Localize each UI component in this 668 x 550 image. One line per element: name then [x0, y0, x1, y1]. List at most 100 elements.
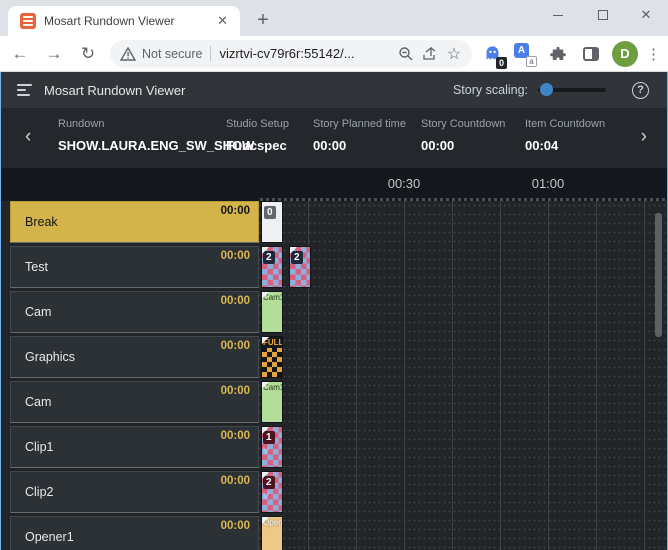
info-field-item-countdown: Item Countdown00:04: [525, 118, 605, 153]
story-row: Opener1 00:00 Opener: [1, 516, 667, 550]
ghost-extension-icon[interactable]: 0: [479, 41, 505, 67]
timeline-item-camera[interactable]: Cam1: [261, 291, 283, 333]
story-block[interactable]: Break 00:00: [10, 201, 259, 243]
item-badge: 2: [263, 251, 275, 264]
forward-icon[interactable]: →: [40, 40, 68, 68]
item-label: Cam1: [262, 382, 283, 393]
app-title: Mosart Rundown Viewer: [44, 83, 185, 98]
window-maximize-button[interactable]: [583, 0, 623, 30]
story-time: 00:00: [221, 520, 250, 532]
timeline-item-primary[interactable]: 0: [261, 201, 283, 243]
story-row: Clip200:002V: [1, 471, 667, 516]
reload-icon[interactable]: ↻: [74, 40, 102, 68]
story-scaling-slider[interactable]: [538, 88, 606, 92]
story-time: 00:00: [221, 205, 250, 217]
browser-toolbar: ← → ↻ Not secure vizrtvi-cv79r6r:55142/.…: [0, 36, 668, 72]
slider-thumb[interactable]: [540, 83, 553, 96]
info-field-value: 00:00: [313, 138, 406, 153]
story-row: Break 00:00 0: [1, 201, 667, 246]
timeline-label: 01:00: [532, 176, 565, 191]
address-bar[interactable]: Not secure vizrtvi-cv79r6r:55142/... ☆: [110, 40, 472, 68]
info-field-label: Studio Setup: [226, 118, 289, 130]
translate-extension-icon[interactable]: A a: [512, 41, 538, 67]
story-block[interactable]: Cam 00:00: [10, 381, 259, 423]
chrome-menu-icon[interactable]: ⋮: [646, 45, 661, 63]
story-name: Test: [25, 260, 48, 274]
window-close-button[interactable]: ✕: [626, 0, 666, 30]
story-time: 00:00: [221, 385, 250, 397]
timeline-item-opener[interactable]: Opener: [261, 516, 283, 550]
back-icon[interactable]: ←: [6, 40, 34, 68]
item-label: Cam1: [262, 292, 283, 303]
story-block[interactable]: Opener1 00:00: [10, 516, 259, 550]
extensions-puzzle-icon[interactable]: [545, 41, 571, 67]
story-block[interactable]: Test 00:00: [10, 246, 259, 288]
item-badge: 1: [263, 431, 275, 444]
story-block[interactable]: Graphics 00:00: [10, 336, 259, 378]
story-row: Cam 00:00 Cam1: [1, 291, 667, 336]
story-block[interactable]: Clip200:00: [10, 471, 259, 513]
story-name: Break: [25, 215, 58, 229]
item-label: V: [262, 445, 270, 457]
info-field-label: Story Planned time: [313, 118, 406, 130]
item-label: FULL: [262, 337, 282, 348]
timeline-item-checker-graphics[interactable]: FULL: [261, 336, 283, 378]
app-menu-icon[interactable]: [17, 84, 32, 96]
side-panel-icon[interactable]: [578, 41, 604, 67]
tab-close-icon[interactable]: ✕: [213, 13, 232, 29]
rundown-info-bar: ‹ › RundownSHOW.LAURA.ENG_SW_SHOWStudio …: [1, 108, 667, 168]
story-time: 00:00: [221, 250, 250, 262]
story-block[interactable]: Cam 00:00: [10, 291, 259, 333]
story-scaling-label: Story scaling:: [453, 83, 528, 97]
info-field-studio-setup: Studio Setup Funcspec: [226, 118, 289, 153]
timeline-label: 00:30: [388, 176, 421, 191]
story-name: Cam: [25, 305, 51, 319]
story-time: 00:00: [221, 430, 250, 442]
timeline-header: 00:30 01:00: [1, 168, 667, 201]
browser-window: Mosart Rundown Viewer ✕ + ✕ ← → ↻ Not se…: [0, 0, 668, 550]
story-row: Clip100:001V: [1, 426, 667, 471]
not-secure-warning-icon[interactable]: [120, 47, 136, 61]
mosart-favicon-icon: [20, 13, 36, 29]
story-row: Test 00:00 2 2: [1, 246, 667, 291]
help-icon[interactable]: ?: [632, 82, 649, 99]
browser-titlebar: Mosart Rundown Viewer ✕ + ✕: [0, 0, 668, 36]
story-block[interactable]: Clip100:00: [10, 426, 259, 468]
info-field-value: Funcspec: [226, 138, 289, 153]
story-name: Cam: [25, 395, 51, 409]
story-name: Graphics: [25, 350, 75, 364]
item-label: V: [262, 490, 270, 502]
info-field-rundown: RundownSHOW.LAURA.ENG_SW_SHOW: [58, 118, 254, 153]
timeline-item-checker-video[interactable]: 2: [261, 246, 283, 288]
tab-title: Mosart Rundown Viewer: [44, 14, 213, 28]
timeline-item-camera[interactable]: Cam1: [261, 381, 283, 423]
profile-avatar[interactable]: D: [612, 41, 638, 67]
url-text[interactable]: vizrtvi-cv79r6r:55142/...: [219, 46, 394, 61]
window-minimize-button[interactable]: [538, 0, 578, 30]
story-row: Graphics 00:00 FULL: [1, 336, 667, 381]
info-field-label: Story Countdown: [421, 118, 505, 130]
new-tab-button[interactable]: +: [250, 8, 276, 34]
timeline-item-checker-video[interactable]: 2V: [261, 471, 283, 513]
share-icon[interactable]: [418, 42, 442, 66]
info-field-story-planned-time: Story Planned time 00:00: [313, 118, 406, 153]
info-field-story-countdown: Story Countdown00:00: [421, 118, 505, 153]
bookmark-star-icon[interactable]: ☆: [442, 42, 466, 66]
vertical-scrollbar[interactable]: [655, 213, 662, 337]
next-chevron-icon[interactable]: ›: [641, 126, 647, 148]
zoom-out-icon[interactable]: [394, 42, 418, 66]
item-badge: 2: [291, 251, 303, 264]
prev-chevron-icon[interactable]: ‹: [25, 126, 31, 148]
story-row: Cam 00:00 Cam1: [1, 381, 667, 426]
item-badge: 2: [263, 476, 275, 489]
info-field-value: 00:04: [525, 138, 605, 153]
timeline-item-checker-video[interactable]: 1V: [261, 426, 283, 468]
info-field-label: Rundown: [58, 118, 254, 130]
story-time: 00:00: [221, 295, 250, 307]
mosart-app: Mosart Rundown Viewer Story scaling: ? ‹…: [0, 72, 668, 550]
story-name: Opener1: [25, 530, 74, 544]
story-rows: Break00:000Test00:0022Cam00:00Cam1Graphi…: [1, 201, 667, 550]
timeline-item-checker-video[interactable]: 2: [289, 246, 311, 288]
browser-tab[interactable]: Mosart Rundown Viewer ✕: [8, 6, 240, 36]
story-time: 00:00: [221, 340, 250, 352]
